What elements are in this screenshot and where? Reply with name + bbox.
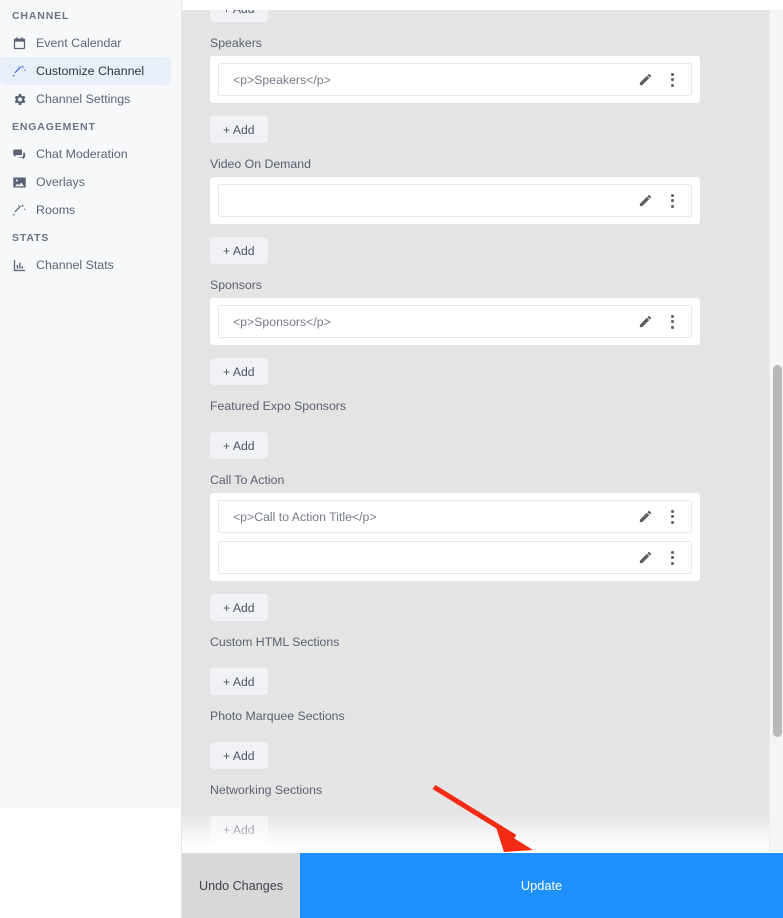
- add-button[interactable]: + Add: [210, 10, 268, 22]
- gear-icon: [12, 92, 27, 107]
- edit-pencil-icon[interactable]: [635, 69, 655, 91]
- field-group-networking-sections: Networking Sections + Add: [210, 769, 750, 843]
- sidebar: CHANNEL Event Calendar Customize Channel: [0, 0, 182, 808]
- sidebar-group-title-channel: CHANNEL: [12, 10, 70, 22]
- row-text: <p>Speakers</p>: [233, 72, 331, 87]
- edit-pencil-icon[interactable]: [635, 190, 655, 212]
- chat-bubbles-icon: [12, 147, 27, 162]
- video-on-demand-card: [210, 177, 700, 224]
- field-label: Networking Sections: [210, 783, 323, 797]
- form-scroll-region[interactable]: + Add Speakers <p>Speakers</p>: [182, 10, 783, 852]
- more-options-icon[interactable]: [663, 190, 681, 212]
- app-root: CHANNEL Event Calendar Customize Channel: [0, 0, 783, 918]
- customize-channel-form: + Add Speakers <p>Speakers</p>: [182, 10, 750, 843]
- sidebar-item-label: Event Calendar: [36, 36, 122, 50]
- sidebar-group-title-engagement: ENGAGEMENT: [12, 121, 96, 133]
- sidebar-item-rooms[interactable]: Rooms: [0, 196, 171, 224]
- add-button[interactable]: + Add: [210, 237, 268, 264]
- sidebar-item-label: Channel Settings: [36, 92, 131, 106]
- card-row[interactable]: <p>Speakers</p>: [218, 63, 692, 96]
- add-button[interactable]: + Add: [210, 116, 268, 143]
- field-group-partial-top: + Add: [210, 10, 750, 22]
- magic-wand-icon: [12, 64, 27, 79]
- row-actions: [635, 506, 685, 528]
- more-options-icon[interactable]: [663, 506, 681, 528]
- vertical-scrollbar-track[interactable]: [769, 10, 783, 852]
- sidebar-item-label: Channel Stats: [36, 258, 114, 272]
- card-row[interactable]: <p>Sponsors</p>: [218, 305, 692, 338]
- add-button[interactable]: + Add: [210, 594, 268, 621]
- add-button[interactable]: + Add: [210, 358, 268, 385]
- field-label: Call To Action: [210, 473, 285, 487]
- row-actions: [635, 69, 685, 91]
- row-actions: [635, 311, 685, 333]
- update-button[interactable]: Update: [300, 853, 783, 918]
- sidebar-item-label: Chat Moderation: [36, 147, 128, 161]
- field-label: Custom HTML Sections: [210, 635, 340, 649]
- speakers-card: <p>Speakers</p>: [210, 56, 700, 103]
- more-options-icon[interactable]: [663, 69, 681, 91]
- sidebar-footer: [0, 808, 182, 918]
- card-divider: [218, 533, 692, 541]
- more-options-icon[interactable]: [663, 547, 681, 569]
- field-label: Sponsors: [210, 278, 262, 292]
- main-content: + Add Speakers <p>Speakers</p>: [182, 0, 783, 918]
- sidebar-group-engagement: ENGAGEMENT Chat Moderation Overlays Room…: [0, 121, 181, 224]
- card-row[interactable]: [218, 541, 692, 574]
- row-text: <p>Sponsors</p>: [233, 314, 331, 329]
- field-group-featured-expo-sponsors: Featured Expo Sponsors + Add: [210, 385, 750, 459]
- field-label: Speakers: [210, 36, 262, 50]
- edit-pencil-icon[interactable]: [635, 547, 655, 569]
- row-text: <p>Call to Action Title</p>: [233, 509, 377, 524]
- edit-pencil-icon[interactable]: [635, 311, 655, 333]
- sidebar-group-title-stats: STATS: [12, 232, 50, 244]
- field-label: Featured Expo Sponsors: [210, 399, 347, 413]
- sidebar-item-label: Overlays: [36, 175, 85, 189]
- add-button[interactable]: + Add: [210, 742, 268, 769]
- sidebar-group-channel: CHANNEL Event Calendar Customize Channel: [0, 10, 181, 113]
- row-actions: [635, 547, 685, 569]
- field-group-speakers: Speakers <p>Speakers</p> + Add: [210, 22, 750, 143]
- call-to-action-card: <p>Call to Action Title</p>: [210, 493, 700, 581]
- field-group-video-on-demand: Video On Demand + Add: [210, 143, 750, 264]
- sidebar-item-channel-stats[interactable]: Channel Stats: [0, 251, 171, 279]
- sidebar-item-label: Customize Channel: [36, 64, 145, 78]
- add-button[interactable]: + Add: [210, 432, 268, 459]
- field-label: Video On Demand: [210, 157, 311, 171]
- field-group-custom-html-sections: Custom HTML Sections + Add: [210, 621, 750, 695]
- sponsors-card: <p>Sponsors</p>: [210, 298, 700, 345]
- vertical-scrollbar-thumb[interactable]: [773, 365, 782, 737]
- field-group-sponsors: Sponsors <p>Sponsors</p> + Add: [210, 264, 750, 385]
- field-group-call-to-action: Call To Action <p>Call to Action Title</…: [210, 459, 750, 621]
- image-icon: [12, 175, 27, 190]
- magic-wand-icon: [12, 203, 27, 218]
- field-label: Photo Marquee Sections: [210, 709, 345, 723]
- field-group-photo-marquee-sections: Photo Marquee Sections + Add: [210, 695, 750, 769]
- card-row[interactable]: <p>Call to Action Title</p>: [218, 500, 692, 533]
- card-row[interactable]: [218, 184, 692, 217]
- sidebar-item-channel-settings[interactable]: Channel Settings: [0, 85, 171, 113]
- undo-changes-button[interactable]: Undo Changes: [182, 853, 300, 918]
- add-button[interactable]: + Add: [210, 816, 268, 843]
- sidebar-item-overlays[interactable]: Overlays: [0, 168, 171, 196]
- sidebar-item-customize-channel[interactable]: Customize Channel: [0, 57, 171, 85]
- sidebar-item-label: Rooms: [36, 203, 76, 217]
- sidebar-group-stats: STATS Channel Stats: [0, 232, 181, 279]
- calendar-icon: [12, 36, 27, 51]
- add-button[interactable]: + Add: [210, 668, 268, 695]
- bar-chart-icon: [12, 258, 27, 273]
- edit-pencil-icon[interactable]: [635, 506, 655, 528]
- row-actions: [635, 190, 685, 212]
- sidebar-item-event-calendar[interactable]: Event Calendar: [0, 29, 171, 57]
- bottom-action-bar: Undo Changes Update: [182, 853, 783, 918]
- more-options-icon[interactable]: [663, 311, 681, 333]
- sidebar-item-chat-moderation[interactable]: Chat Moderation: [0, 140, 171, 168]
